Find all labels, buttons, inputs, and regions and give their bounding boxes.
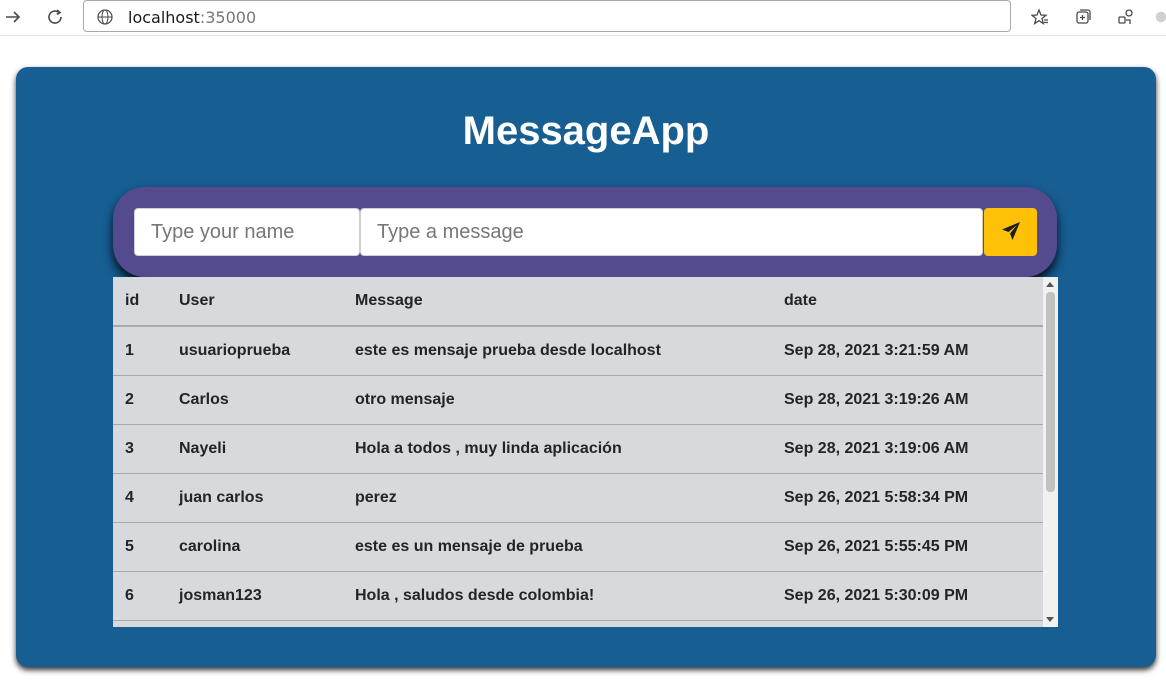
- table-row: 3 Nayeli Hola a todos , muy linda aplica…: [113, 424, 1043, 474]
- forward-icon[interactable]: [0, 4, 26, 30]
- cell-user: juan carlos: [167, 473, 343, 523]
- cell-date: [772, 620, 1043, 627]
- cell-user: josman123: [167, 571, 343, 621]
- column-header-user: User: [167, 277, 343, 327]
- collections-icon[interactable]: [1071, 5, 1095, 29]
- send-button[interactable]: [984, 208, 1037, 256]
- cell-user: Nayeli: [167, 424, 343, 474]
- app-title: MessageApp: [462, 109, 710, 153]
- scroll-up-arrow-icon[interactable]: [1046, 282, 1054, 287]
- cell-message: este es un mensaje de prueba: [343, 522, 772, 572]
- table-row: 7: [113, 620, 1043, 627]
- app-card: MessageApp id User Message date 1: [16, 67, 1156, 667]
- message-input[interactable]: [360, 208, 983, 256]
- cell-id: 2: [113, 375, 167, 425]
- table-header-row: id User Message date: [113, 277, 1043, 327]
- cell-message: Hola a todos , muy linda aplicación: [343, 424, 772, 474]
- cell-id: 7: [113, 620, 167, 627]
- cell-id: 3: [113, 424, 167, 474]
- reload-icon[interactable]: [42, 4, 68, 30]
- cell-id: 1: [113, 326, 167, 376]
- name-input[interactable]: [134, 208, 360, 256]
- url-port: :35000: [199, 8, 257, 27]
- favorite-star-icon[interactable]: [1028, 5, 1052, 29]
- cell-date: Sep 28, 2021 3:21:59 AM: [772, 326, 1043, 376]
- cell-user: usuarioprueba: [167, 326, 343, 376]
- column-header-message: Message: [343, 277, 772, 327]
- browser-toolbar: localhost:35000: [0, 0, 1166, 36]
- cell-user: [167, 620, 343, 627]
- table-row: 4 juan carlos perez Sep 26, 2021 5:58:34…: [113, 473, 1043, 523]
- messages-table: id User Message date 1 usuarioprueba est…: [113, 277, 1043, 627]
- table-scrollbar[interactable]: [1043, 277, 1058, 627]
- cell-date: Sep 28, 2021 3:19:06 AM: [772, 424, 1043, 474]
- column-header-id: id: [113, 277, 167, 327]
- cell-message: este es mensaje prueba desde localhost: [343, 326, 772, 376]
- column-header-date: date: [772, 277, 1043, 327]
- cell-id: 5: [113, 522, 167, 572]
- cell-message: otro mensaje: [343, 375, 772, 425]
- url-host: localhost: [128, 8, 200, 27]
- cell-message: [343, 620, 772, 627]
- extensions-icon[interactable]: [1114, 5, 1138, 29]
- message-composer: [113, 187, 1057, 277]
- scroll-down-arrow-icon[interactable]: [1046, 617, 1054, 622]
- cell-user: Carlos: [167, 375, 343, 425]
- cell-date: Sep 26, 2021 5:58:34 PM: [772, 473, 1043, 523]
- cell-date: Sep 26, 2021 5:30:09 PM: [772, 571, 1043, 621]
- profile-avatar[interactable]: [1154, 5, 1166, 29]
- address-bar[interactable]: localhost:35000: [83, 0, 1011, 32]
- cell-message: perez: [343, 473, 772, 523]
- messages-table-container: id User Message date 1 usuarioprueba est…: [113, 277, 1058, 627]
- cell-id: 6: [113, 571, 167, 621]
- scrollbar-thumb[interactable]: [1046, 292, 1055, 492]
- table-row: 2 Carlos otro mensaje Sep 28, 2021 3:19:…: [113, 375, 1043, 425]
- table-row: 6 josman123 Hola , saludos desde colombi…: [113, 571, 1043, 621]
- paper-plane-icon: [1000, 220, 1022, 245]
- table-row: 5 carolina este es un mensaje de prueba …: [113, 522, 1043, 572]
- globe-icon: [96, 8, 114, 31]
- cell-date: Sep 26, 2021 5:55:45 PM: [772, 522, 1043, 572]
- table-row: 1 usuarioprueba este es mensaje prueba d…: [113, 326, 1043, 376]
- cell-message: Hola , saludos desde colombia!: [343, 571, 772, 621]
- cell-user: carolina: [167, 522, 343, 572]
- url-text: localhost:35000: [128, 8, 256, 27]
- cell-id: 4: [113, 473, 167, 523]
- cell-date: Sep 28, 2021 3:19:26 AM: [772, 375, 1043, 425]
